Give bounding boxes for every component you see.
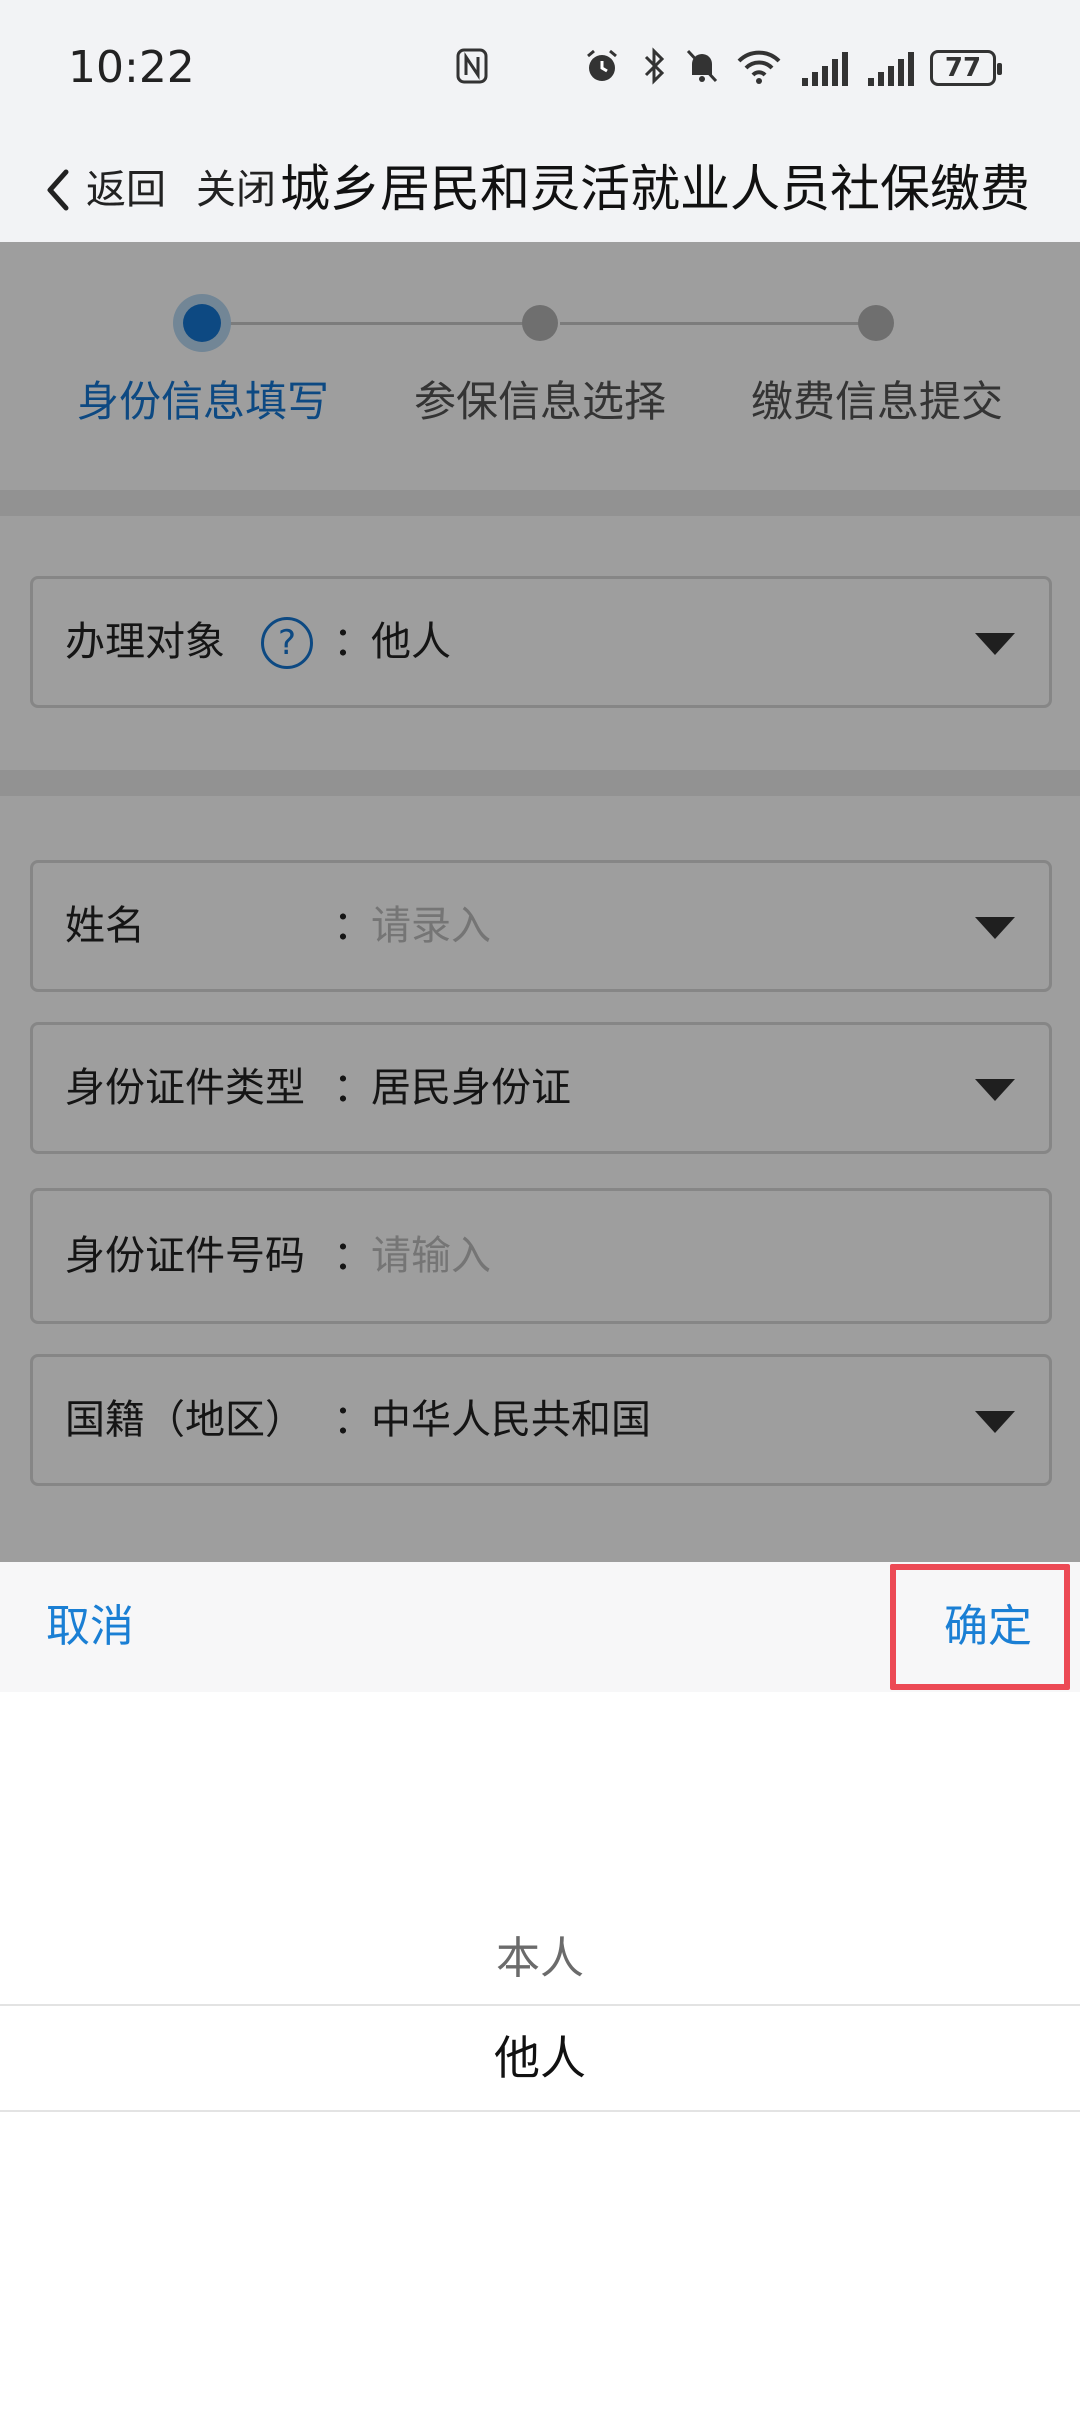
status-time: 10:22 <box>68 42 195 93</box>
modal-backdrop[interactable] <box>0 242 1080 1562</box>
bluetooth-icon <box>640 46 668 86</box>
option-picker: 取消 确定 本人 他人 <box>0 1562 1080 2411</box>
cancel-button[interactable]: 取消 <box>46 1562 134 1692</box>
battery-level: 77 <box>944 53 982 83</box>
confirm-highlight-box <box>890 1564 1070 1690</box>
signal-icon <box>802 52 848 86</box>
signal-icon <box>868 52 914 86</box>
picker-selection-line <box>0 2004 1080 2006</box>
mute-icon <box>682 46 722 86</box>
picker-selection-line <box>0 2110 1080 2112</box>
close-button[interactable]: 关闭 <box>196 160 276 220</box>
nav-bar: 返回 关闭 城乡居民和灵活就业人员社保缴费 <box>0 140 1080 242</box>
picker-option-self[interactable]: 本人 <box>0 1922 1080 1986</box>
picker-option-other[interactable]: 他人 <box>0 2022 1080 2088</box>
status-bar: 10:22 77 <box>0 0 1080 140</box>
wifi-icon <box>734 46 784 86</box>
alarm-icon <box>582 46 622 86</box>
nfc-icon <box>452 46 492 86</box>
battery-icon: 77 <box>930 50 1002 86</box>
picker-toolbar: 取消 确定 <box>0 1562 1080 1692</box>
back-button[interactable]: 返回 <box>86 160 166 220</box>
back-chevron-icon[interactable] <box>38 160 78 220</box>
page-title: 城乡居民和灵活就业人员社保缴费 <box>280 160 1030 218</box>
